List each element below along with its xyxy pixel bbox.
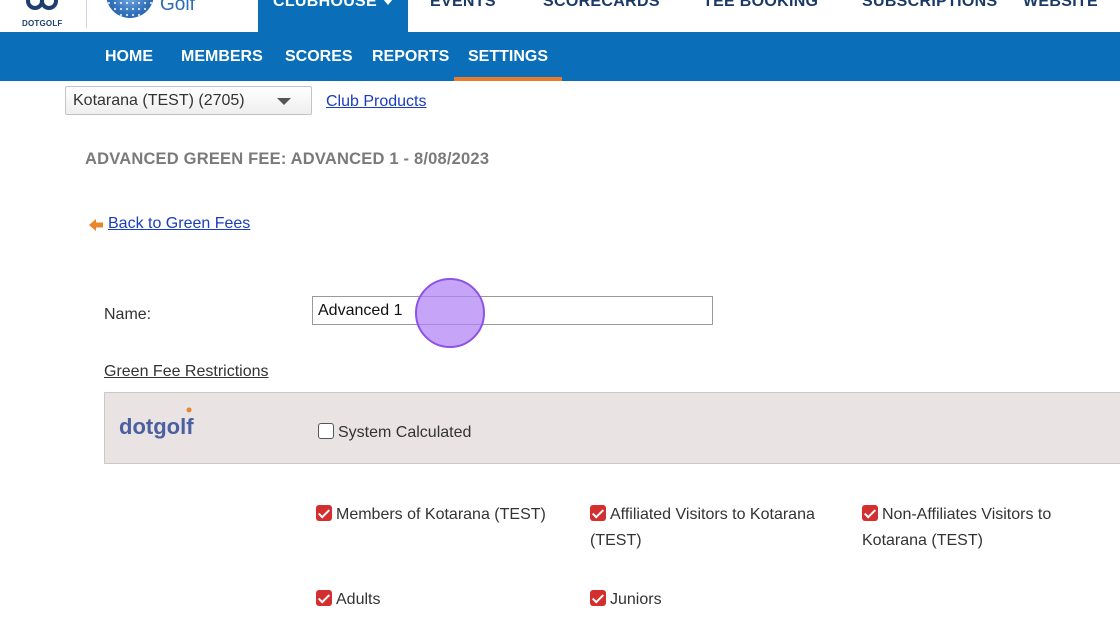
option-non-affiliates-visitors-label: Non-Affiliates Visitors to Kotarana (TES…: [862, 506, 1052, 549]
dotgolf-rings-icon: [26, 0, 62, 10]
option-juniors-label: Juniors: [610, 591, 662, 608]
topnav-clubhouse-label: CLUBHOUSE: [272, 0, 378, 10]
subnav-reports[interactable]: REPORTS: [372, 32, 449, 81]
panel-logo-text: dotgolf: [119, 414, 194, 439]
checkbox-unchecked-icon[interactable]: [318, 423, 334, 439]
name-input[interactable]: [312, 296, 713, 325]
dotgolf-panel: dotgolf: [104, 392, 1120, 464]
checkbox-checked-icon[interactable]: [590, 505, 606, 521]
golf-logo-text: Golf: [160, 0, 195, 15]
topnav-events[interactable]: EVENTS: [430, 0, 496, 32]
subnav-members[interactable]: MEMBERS: [181, 32, 263, 81]
chevron-down-icon: [383, 0, 394, 5]
subnav-home[interactable]: HOME: [105, 32, 153, 81]
option-non-affiliates-visitors[interactable]: Non-Affiliates Visitors to Kotarana (TES…: [862, 502, 1092, 554]
club-select[interactable]: Kotarana (TEST) (2705): [65, 86, 312, 115]
checkbox-checked-icon[interactable]: [862, 505, 878, 521]
system-calculated-label: System Calculated: [338, 424, 472, 441]
header-divider: [86, 0, 87, 28]
topnav-clubhouse[interactable]: CLUBHOUSE: [258, 0, 408, 32]
club-select-value: Kotarana (TEST) (2705): [73, 92, 245, 109]
topnav-website[interactable]: WEBSITE: [1023, 0, 1098, 32]
system-calculated-checkbox[interactable]: System Calculated: [318, 420, 471, 446]
topnav-scorecards[interactable]: SCORECARDS: [543, 0, 660, 32]
back-arrow-icon: [89, 219, 103, 231]
option-adults-label: Adults: [336, 591, 381, 608]
checkbox-checked-icon[interactable]: [316, 505, 332, 521]
subnav-settings[interactable]: SETTINGS: [453, 32, 563, 81]
option-affiliated-visitors[interactable]: Affiliated Visitors to Kotarana (TEST): [590, 502, 840, 554]
option-affiliated-visitors-label: Affiliated Visitors to Kotarana (TEST): [590, 506, 815, 549]
sub-navigation: HOME MEMBERS SCORES REPORTS SETTINGS: [0, 32, 1120, 81]
restrictions-title: Green Fee Restrictions: [104, 363, 269, 380]
golf-logo[interactable]: Golf: [106, 0, 206, 28]
topnav-subscriptions[interactable]: SUBSCRIPTIONS: [862, 0, 997, 32]
page-title: ADVANCED GREEN FEE: ADVANCED 1 - 8/08/20…: [85, 150, 490, 168]
option-members[interactable]: Members of Kotarana (TEST): [316, 502, 546, 528]
subnav-scores[interactable]: SCORES: [285, 32, 353, 81]
club-products-link[interactable]: Club Products: [326, 93, 427, 111]
dotgolf-logo-text: DOTGOLF: [22, 19, 63, 28]
dotgolf-panel-logo: dotgolf: [119, 407, 194, 439]
back-link-label[interactable]: Back to Green Fees: [108, 215, 250, 233]
dropdown-caret-icon: [277, 98, 291, 105]
dotgolf-logo[interactable]: DOTGOLF: [18, 0, 70, 32]
golf-ball-icon: [106, 0, 154, 18]
option-members-label: Members of Kotarana (TEST): [336, 506, 546, 523]
checkbox-checked-icon[interactable]: [590, 590, 606, 606]
name-label: Name:: [104, 306, 152, 323]
top-header: DOTGOLF Golf CLUBHOUSE EVENTS SCORECARDS…: [0, 0, 1120, 32]
topnav-tee-booking[interactable]: TEE BOOKING: [703, 0, 818, 32]
option-juniors[interactable]: Juniors: [590, 587, 662, 613]
option-adults[interactable]: Adults: [316, 587, 380, 613]
checkbox-checked-icon[interactable]: [316, 590, 332, 606]
